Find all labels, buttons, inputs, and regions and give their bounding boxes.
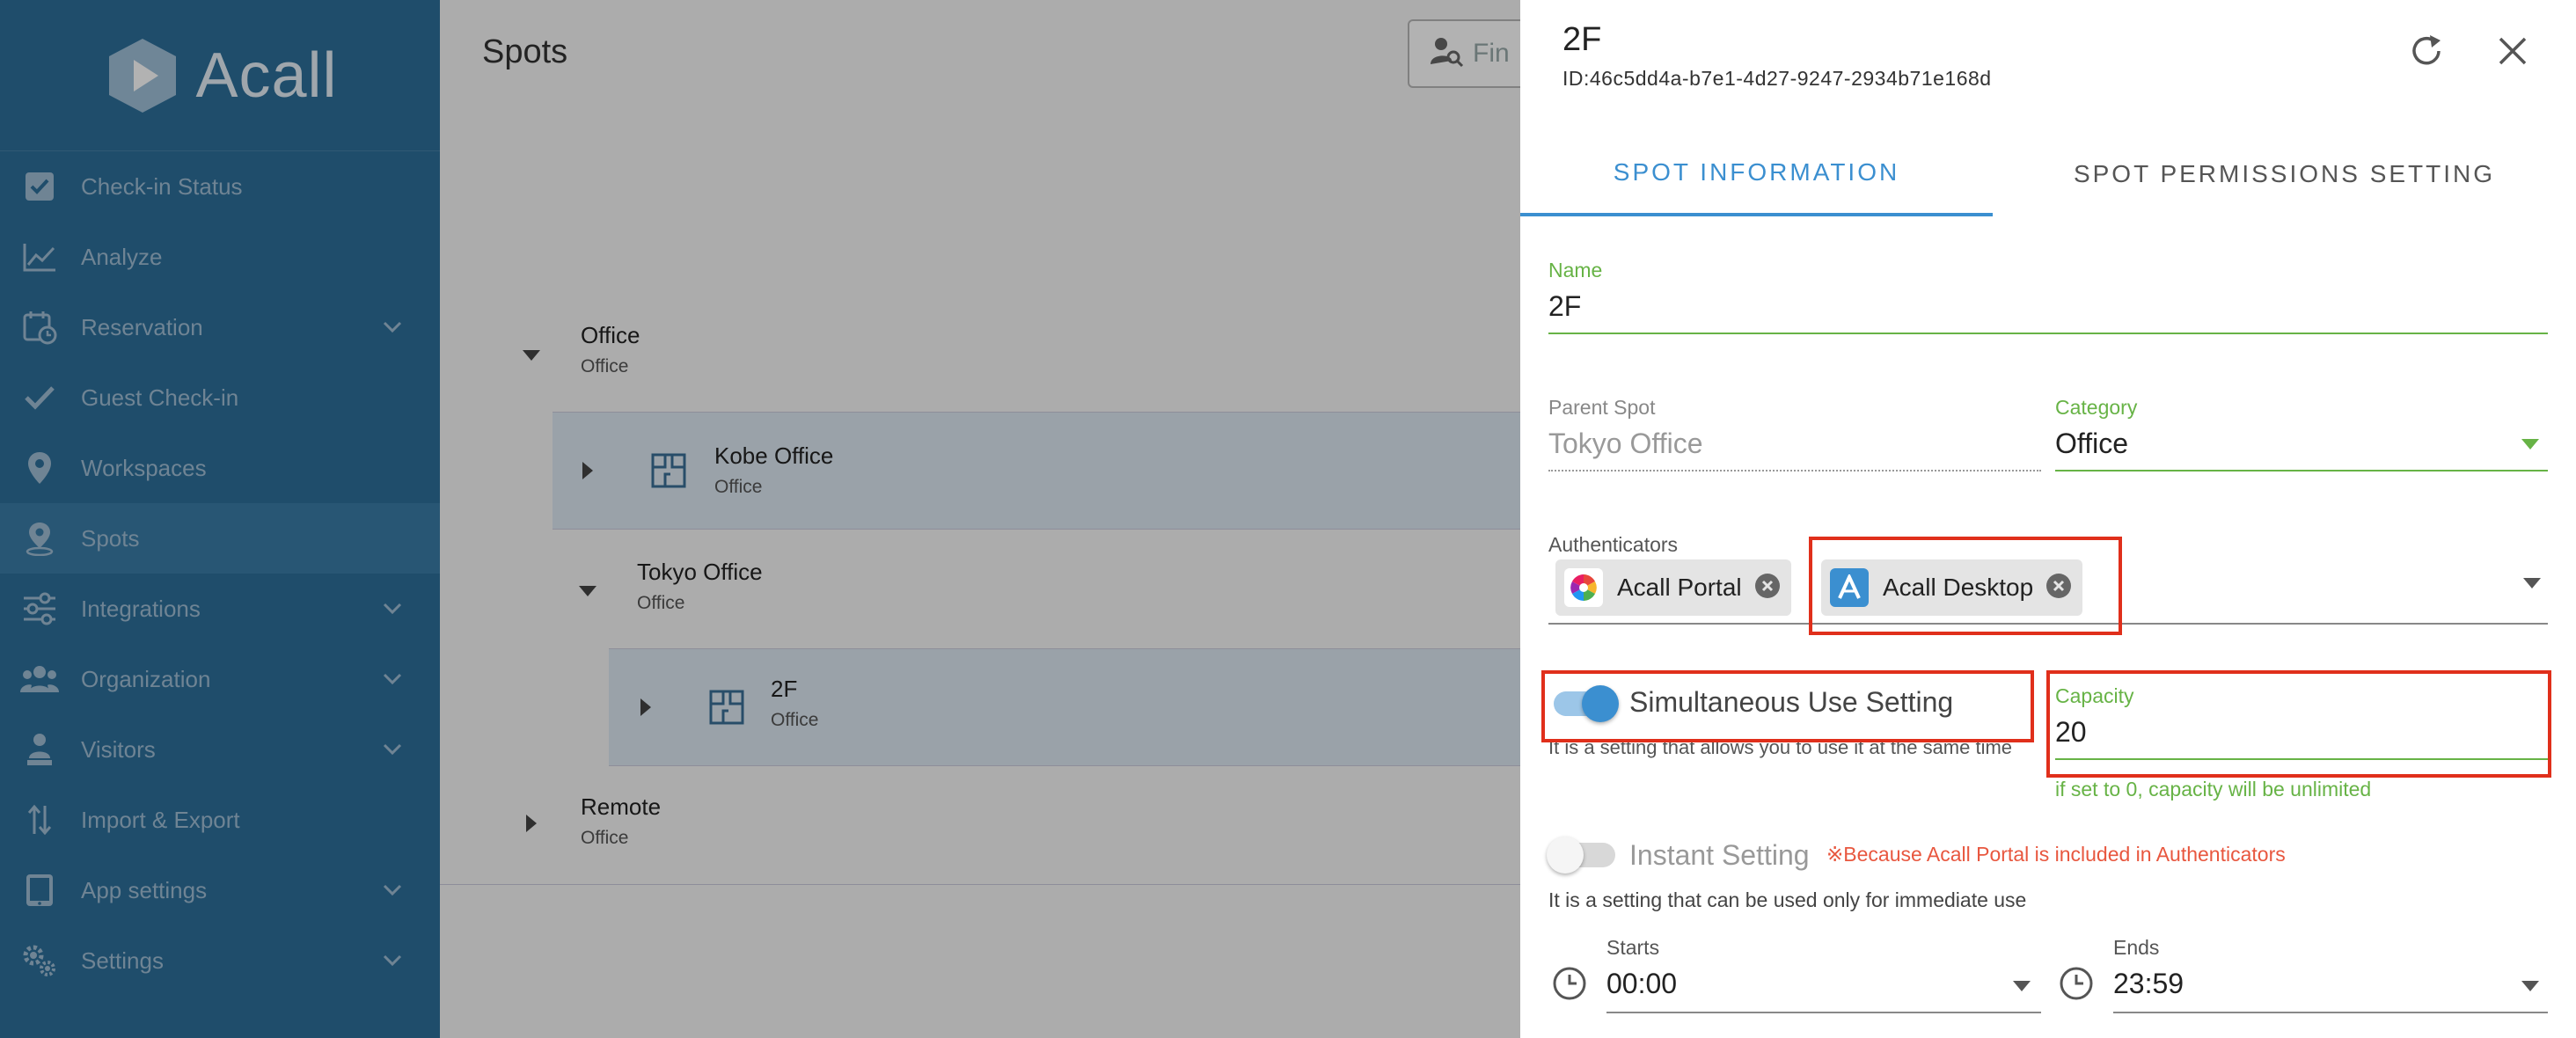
authenticator-chip-acall-portal[interactable]: Acall Portal (1555, 559, 1791, 616)
parent-spot-underline (1548, 470, 2041, 471)
highlight-box-acall-desktop (1809, 537, 2122, 635)
highlight-box-capacity (2046, 670, 2551, 778)
instant-setting-help: It is a setting that can be used only fo… (1548, 888, 2027, 911)
instant-setting-label: Instant Setting (1629, 839, 1810, 871)
name-label: Name (1548, 259, 1603, 281)
modal-backdrop[interactable] (0, 0, 1520, 1038)
panel-title: 2F (1562, 21, 1602, 58)
dropdown-arrow-icon[interactable] (2521, 438, 2539, 454)
ends-select[interactable]: 23:59 (2113, 968, 2184, 1000)
dropdown-arrow-icon[interactable] (2523, 577, 2541, 593)
clock-icon (1552, 966, 1587, 1005)
refresh-icon[interactable] (2407, 32, 2446, 75)
category-underline (2055, 470, 2548, 471)
parent-spot-label: Parent Spot (1548, 396, 1656, 419)
ends-label: Ends (2113, 936, 2160, 959)
remove-chip-icon[interactable] (1754, 573, 1781, 603)
starts-select[interactable]: 00:00 (1606, 968, 1677, 1000)
clock-icon (2059, 966, 2094, 1005)
panel-tabs: SPOT INFORMATION SPOT PERMISSIONS SETTIN… (1520, 132, 2576, 216)
spot-id: ID:46c5dd4a-b7e1-4d27-9247-2934b71e168d (1562, 67, 1992, 90)
acall-portal-icon (1564, 568, 1603, 607)
tab-spot-information[interactable]: SPOT INFORMATION (1520, 132, 1993, 216)
instant-setting-warning: ※Because Acall Portal is included in Aut… (1826, 843, 2286, 866)
toggle-knob (1547, 837, 1584, 874)
dropdown-arrow-icon[interactable] (2521, 980, 2539, 996)
close-icon[interactable] (2497, 35, 2528, 71)
category-select[interactable]: Office (2055, 428, 2128, 460)
highlight-box-simultaneous-use (1541, 670, 2034, 742)
starts-underline (1606, 1012, 2041, 1013)
capacity-help: if set to 0, capacity will be unlimited (2055, 778, 2372, 800)
authenticators-label: Authenticators (1548, 533, 1679, 556)
spot-detail-panel: 2F ID:46c5dd4a-b7e1-4d27-9247-2934b71e16… (1520, 0, 2576, 1038)
parent-spot-field: Tokyo Office (1548, 428, 1703, 459)
category-label: Category (2055, 396, 2138, 419)
dropdown-arrow-icon[interactable] (2013, 980, 2031, 996)
name-field[interactable]: 2F (1548, 290, 1581, 323)
tab-spot-permissions-setting[interactable]: SPOT PERMISSIONS SETTING (1993, 132, 2576, 216)
name-underline (1548, 333, 2548, 334)
ends-underline (2113, 1012, 2548, 1013)
starts-label: Starts (1606, 936, 1660, 959)
chip-label: Acall Portal (1617, 574, 1742, 601)
